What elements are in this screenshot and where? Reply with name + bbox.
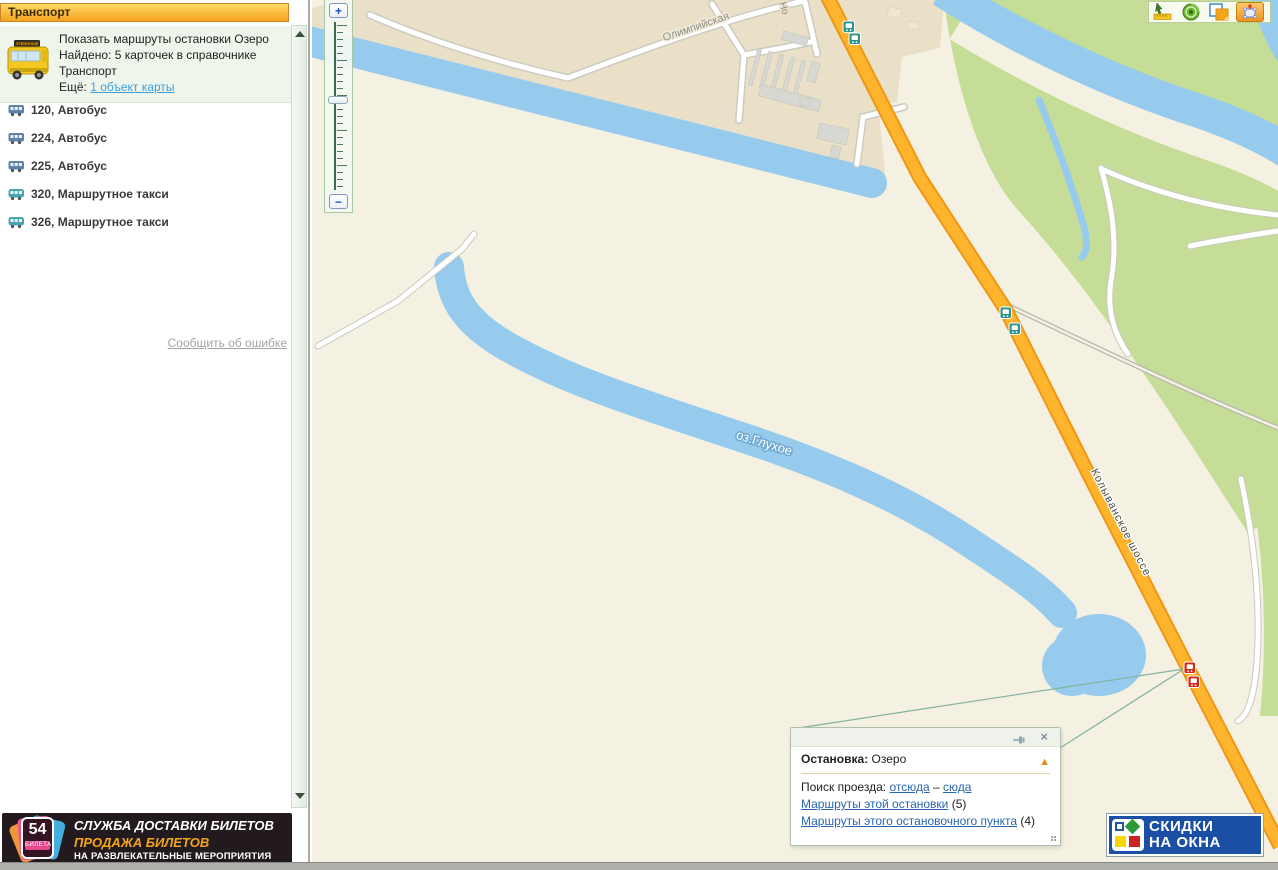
stop-routes-row: Маршруты этой остановки (5) — [801, 796, 1050, 813]
list-item-route-225[interactable]: 225, Автобус — [0, 152, 291, 180]
tickets-ad-line2: ПРОДАЖА БИЛЕТОВ — [74, 835, 290, 850]
windows-ad-text: СКИДКИ НА ОКНА — [1149, 819, 1221, 851]
report-error-row: Сообщить об ошибке — [0, 336, 287, 350]
from-here-link[interactable]: отсюда — [889, 780, 929, 794]
bus-stop-icon[interactable] — [849, 33, 861, 45]
route-label: 320, Маршрутное такси — [31, 180, 169, 208]
zoom-out-button[interactable]: − — [329, 194, 348, 209]
warning-icon[interactable]: ▲ — [1039, 753, 1050, 771]
result-line2: Найдено: 5 карточек в справочнике — [59, 47, 287, 63]
tickets-ad-caption: БИЛЕТА — [25, 841, 50, 850]
result-line1: Показать маршруты остановки Озеро — [59, 31, 287, 47]
bus-stop-icon[interactable] — [1009, 323, 1021, 335]
sidebar: Транспорт ЭТВИННЫЙ Показать — [0, 0, 310, 862]
bus-stop-icon-selected[interactable] — [1188, 676, 1200, 688]
stop-point-routes-count: (4) — [1017, 814, 1035, 828]
tickets-ad-banner[interactable]: 54 БИЛЕТА СЛУЖБА ДОСТАВКИ БИЛЕТОВ ПРОДАЖ… — [2, 813, 292, 864]
zoom-slider-handle[interactable] — [328, 96, 348, 104]
route-search-row: Поиск проезда: отсюда – сюда — [801, 779, 1050, 796]
bus-stop-icon[interactable] — [1000, 307, 1012, 319]
map-toolbar — [1148, 1, 1271, 23]
tickets-ad-logo: 54 БИЛЕТА — [10, 815, 66, 862]
note-layer-icon[interactable] — [1208, 3, 1230, 21]
windows-ad-line2: НА ОКНА — [1149, 835, 1221, 851]
sidebar-header: Транспорт — [0, 3, 289, 22]
zoom-in-button[interactable]: + — [329, 3, 348, 18]
stop-routes-count: (5) — [948, 797, 966, 811]
zoom-slider-major-ticks — [337, 25, 347, 188]
tickets-ad-number: 54 — [23, 819, 52, 841]
result-more-label: Ещё: — [59, 80, 90, 94]
popup-title-value: Озеро — [868, 752, 906, 766]
bus-stop-icon[interactable] — [843, 21, 855, 33]
svg-text:ЭТВИННЫЙ: ЭТВИННЫЙ — [15, 41, 38, 46]
shuttle-icon — [8, 188, 26, 206]
pin-icon[interactable] — [1013, 732, 1026, 750]
list-item-route-120[interactable]: 120, Автобус — [0, 96, 291, 124]
route-list: 120, Автобус 224, Автобус 225, Автобус 3… — [0, 96, 291, 236]
zoom-slider-line — [334, 22, 336, 190]
popup-body: Остановка: Озеро ▲ Поиск проезда: отсюда… — [801, 750, 1050, 830]
stop-routes-link[interactable]: Маршруты этой остановки — [801, 797, 948, 811]
select-area-button[interactable] — [1236, 2, 1264, 22]
app-window: Олимпийская Но оз.Глухое Колыванское шос… — [0, 0, 1278, 870]
popup-divider — [801, 773, 1050, 774]
popup-resize-grip[interactable] — [1048, 833, 1056, 841]
route-label: 326, Маршрутное такси — [31, 208, 169, 236]
list-item-route-224[interactable]: 224, Автобус — [0, 124, 291, 152]
popup-title-label: Остановка: — [801, 752, 868, 766]
scroll-up-icon[interactable] — [295, 31, 305, 37]
to-here-link[interactable]: сюда — [943, 780, 971, 794]
stop-popup: × Остановка: Озеро ▲ Поиск проезда: отсю… — [790, 727, 1061, 846]
map-pond-lobe — [1042, 636, 1102, 696]
bus-icon — [8, 104, 26, 122]
stop-point-routes-row: Маршруты этого остановочного пункта (4) — [801, 813, 1050, 830]
windows-ad-banner[interactable]: СКИДКИ НА ОКНА — [1107, 814, 1263, 856]
search-result-panel: ЭТВИННЫЙ Показать маршруты остановки Озе… — [0, 26, 291, 103]
route-label: 225, Автобус — [31, 152, 107, 180]
windows-ad-line1: СКИДКИ — [1149, 819, 1221, 835]
shuttle-icon — [8, 216, 26, 234]
stop-point-routes-link[interactable]: Маршруты этого остановочного пункта — [801, 814, 1017, 828]
bus-icon — [8, 132, 26, 150]
map-zoom-control: + − — [324, 0, 353, 213]
sidebar-scrollbar[interactable] — [291, 25, 307, 808]
result-more-row: Ещё: 1 объект карты — [59, 79, 287, 95]
route-label: 224, Автобус — [31, 124, 107, 152]
zoom-slider-track[interactable] — [334, 22, 348, 190]
tickets-ad-line1: СЛУЖБА ДОСТАВКИ БИЛЕТОВ — [74, 818, 274, 833]
popup-header: × — [791, 728, 1060, 747]
bus-stop-icon-selected[interactable] — [1184, 662, 1196, 674]
ruler-measure-icon[interactable] — [1152, 3, 1174, 21]
route-search-label: Поиск проезда: — [801, 780, 889, 794]
close-icon[interactable]: × — [1040, 729, 1048, 745]
report-error-link[interactable]: Сообщить об ошибке — [168, 336, 287, 350]
map-object-link[interactable]: 1 объект карты — [90, 80, 174, 94]
locate-radar-icon[interactable] — [1180, 3, 1202, 21]
bus-icon — [8, 160, 26, 178]
list-item-route-326[interactable]: 326, Маршрутное такси — [0, 208, 291, 236]
popup-title: Остановка: Озеро ▲ — [801, 750, 1050, 768]
scroll-down-icon[interactable] — [295, 793, 305, 799]
window-bottom-edge — [0, 862, 1278, 870]
bus-illustration: ЭТВИННЫЙ — [6, 38, 52, 87]
windows-ad-logo — [1112, 819, 1144, 851]
route-label: 120, Автобус — [31, 96, 107, 124]
result-line3: Транспорт — [59, 63, 287, 79]
list-item-route-320[interactable]: 320, Маршрутное такси — [0, 180, 291, 208]
route-search-separator: – — [930, 780, 943, 794]
